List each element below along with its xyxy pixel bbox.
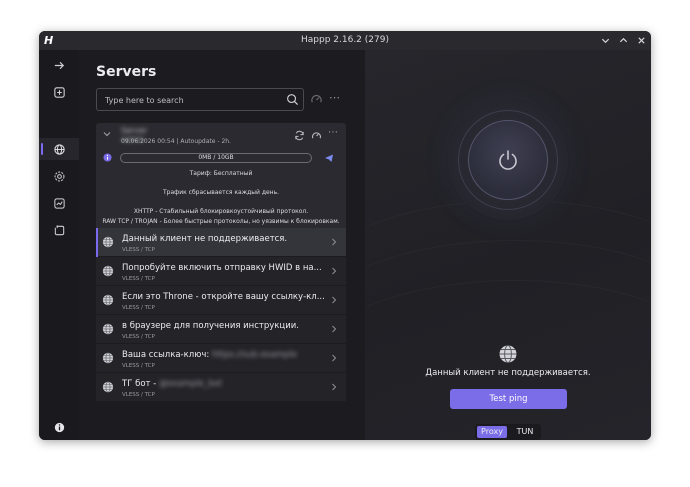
sidebar-item-stats[interactable] bbox=[39, 192, 79, 214]
search-input[interactable] bbox=[103, 89, 287, 112]
server-name-text: ТГ бот - bbox=[122, 379, 157, 389]
subscription-reset-note: Трафик сбрасывается каждый день. bbox=[162, 189, 280, 196]
close-button[interactable] bbox=[635, 35, 647, 47]
test-ping-button[interactable]: Test ping bbox=[450, 389, 567, 409]
server-name-redacted: @example_bot bbox=[158, 379, 223, 389]
globe-icon bbox=[102, 352, 114, 364]
server-protocol: VLESS / TCP bbox=[122, 334, 155, 340]
server-name: Данный клиент не поддерживается. bbox=[122, 234, 288, 244]
chevron-up-icon bbox=[619, 37, 627, 43]
sidebar-item-add[interactable] bbox=[39, 81, 79, 103]
globe-icon bbox=[102, 294, 114, 306]
power-icon bbox=[499, 150, 517, 170]
window-controls bbox=[599, 31, 647, 50]
server-name: ТГ бот - @example_bot bbox=[122, 379, 222, 389]
server-name: Ваша ссылка-ключ: https://sub.example bbox=[122, 350, 297, 360]
sidebar-item-logs[interactable] bbox=[39, 219, 79, 241]
title-bar: H Happp 2.16.2 (279) bbox=[39, 31, 651, 50]
search-icon[interactable] bbox=[286, 93, 299, 106]
globe-icon bbox=[102, 265, 114, 277]
power-ring bbox=[448, 100, 568, 220]
globe-icon bbox=[102, 381, 114, 393]
more-options-button[interactable]: ⋯ bbox=[328, 92, 341, 106]
subscription-xhttp-note: XHTTP - Стабильный блокировкоустойчивый … bbox=[133, 208, 309, 215]
globe-icon bbox=[53, 143, 65, 155]
server-row[interactable]: в браузере для получения инструкции. VLE… bbox=[96, 315, 346, 344]
arrow-right-icon bbox=[54, 61, 64, 69]
gear-icon bbox=[54, 171, 64, 181]
plus-square-icon bbox=[53, 86, 65, 98]
chevron-right-icon bbox=[332, 383, 337, 391]
sidebar-item-servers[interactable] bbox=[39, 138, 79, 160]
chart-icon bbox=[53, 197, 65, 209]
subscription-tariff: Тариф: Бесплатный bbox=[189, 170, 253, 177]
clipboard-icon bbox=[54, 224, 64, 235]
globe-icon bbox=[499, 345, 517, 363]
power-button[interactable] bbox=[468, 120, 548, 200]
servers-panel: Servers ⋯ Server name 09.06.2026 00:54 |… bbox=[83, 50, 365, 440]
server-protocol: VLESS / TCP bbox=[122, 305, 155, 311]
chevron-right-icon bbox=[332, 238, 337, 246]
window-title: Happp 2.16.2 (279) bbox=[301, 35, 389, 45]
server-name-redacted: https://sub.example bbox=[211, 350, 297, 360]
server-row[interactable]: Данный клиент не поддерживается. VLESS /… bbox=[96, 228, 346, 257]
subscription-tcp-note: RAW TCP / TROJAN - Более быстрые протоко… bbox=[102, 218, 340, 225]
subscription-name: Server name bbox=[121, 126, 148, 144]
telegram-send-icon[interactable] bbox=[324, 153, 334, 163]
subscription-card: Server name 09.06.2026 00:54 | Autoupdat… bbox=[96, 123, 346, 228]
speed-gauge-icon[interactable] bbox=[311, 130, 322, 141]
sidebar-item-about[interactable] bbox=[39, 416, 79, 438]
chevron-down-icon[interactable] bbox=[102, 129, 112, 139]
connection-panel: Данный клиент не поддерживается. Test pi… bbox=[365, 50, 651, 440]
app-window: H Happp 2.16.2 (279) Servers Type here t… bbox=[39, 31, 651, 440]
server-name: Попробуйте включить отправку HWID в на..… bbox=[122, 263, 322, 273]
mode-switch: Proxy TUN bbox=[475, 424, 541, 440]
sidebar-item-settings[interactable] bbox=[39, 165, 79, 187]
chevron-right-icon bbox=[332, 296, 337, 304]
minimize-button[interactable] bbox=[599, 35, 611, 47]
sidebar-item-connect[interactable] bbox=[39, 54, 79, 76]
server-row[interactable]: Попробуйте включить отправку HWID в на..… bbox=[96, 257, 346, 286]
sidebar bbox=[39, 50, 79, 440]
chevron-right-icon bbox=[332, 354, 337, 362]
server-protocol: VLESS / TCP bbox=[122, 276, 155, 282]
maximize-button[interactable] bbox=[617, 35, 629, 47]
server-name: в браузере для получения инструкции. bbox=[122, 321, 299, 331]
close-icon bbox=[637, 37, 645, 44]
chevron-down-icon bbox=[601, 38, 609, 44]
globe-icon bbox=[102, 236, 114, 248]
globe-icon bbox=[102, 323, 114, 335]
chevron-right-icon bbox=[332, 325, 337, 333]
traffic-usage-label: 0MB / 10GB bbox=[198, 154, 234, 161]
server-protocol: VLESS / TCP bbox=[122, 392, 155, 398]
info-icon bbox=[54, 422, 64, 432]
server-protocol: VLESS / TCP bbox=[122, 247, 155, 253]
chevron-right-icon bbox=[332, 267, 337, 275]
connection-status: Данный клиент не поддерживается. bbox=[425, 368, 591, 378]
server-protocol: VLESS / TCP bbox=[122, 363, 155, 369]
search-box bbox=[96, 88, 304, 112]
server-name: Если это Throne - откройте вашу ссылку-к… bbox=[122, 292, 325, 302]
speed-gauge-icon[interactable] bbox=[310, 93, 323, 106]
mode-option-tun[interactable]: TUN bbox=[511, 426, 539, 438]
server-row[interactable]: Если это Throne - откройте вашу ссылку-к… bbox=[96, 286, 346, 315]
subscription-meta: 09.06.2026 00:54 | Autoupdate - 2h. bbox=[121, 138, 231, 145]
subscription-more-button[interactable]: ⋯ bbox=[328, 128, 338, 138]
refresh-icon[interactable] bbox=[294, 130, 305, 141]
page-title: Servers bbox=[96, 64, 157, 80]
info-icon bbox=[103, 153, 112, 162]
server-row[interactable]: Ваша ссылка-ключ: https://sub.example VL… bbox=[96, 344, 346, 373]
server-name-text: Ваша ссылка-ключ: bbox=[122, 350, 210, 360]
mode-option-proxy[interactable]: Proxy bbox=[477, 426, 507, 438]
traffic-usage-bar: 0MB / 10GB bbox=[120, 153, 312, 163]
server-row[interactable]: ТГ бот - @example_bot VLESS / TCP bbox=[96, 373, 346, 402]
